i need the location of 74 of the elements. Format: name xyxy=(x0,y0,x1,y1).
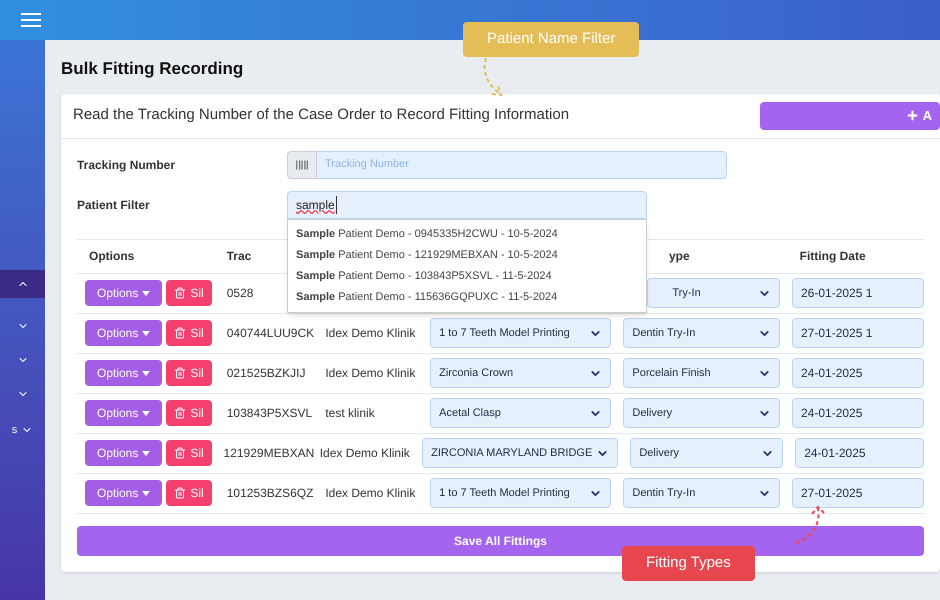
save-all-button[interactable]: Save All Fittings xyxy=(77,526,924,556)
options-button[interactable]: Options xyxy=(85,360,162,386)
fitting-type-select[interactable]: Dentin Try-In xyxy=(623,318,780,348)
product-select[interactable]: Zirconia Crown xyxy=(430,358,612,388)
product-select[interactable]: Acetal Clasp xyxy=(430,398,612,428)
fitting-date-field[interactable]: 26-01-2025 1 xyxy=(792,278,924,308)
fitting-date-field[interactable]: 27-01-2025 xyxy=(792,478,924,508)
clinic-name: Idex Demo Klinik xyxy=(320,446,410,460)
options-button[interactable]: Options xyxy=(85,440,162,466)
fitting-date-field[interactable]: 24-01-2025 xyxy=(795,438,924,468)
fitting-date-field[interactable]: 24-01-2025 xyxy=(792,398,924,428)
suggestion-item[interactable]: Sample Patient Demo - 0945335H2CWU - 10-5-2024 xyxy=(288,224,646,244)
callout-label: Patient Name Filter xyxy=(463,22,640,56)
tracking-number: 021525BZKJIJ xyxy=(226,366,306,380)
delete-button[interactable]: Sil xyxy=(166,440,212,466)
fitting-type-select[interactable]: Dentin Try-In xyxy=(623,478,780,508)
product-select[interactable]: 1 to 7 Teeth Model Printing xyxy=(430,478,612,508)
clinic-name: test klinik xyxy=(325,406,375,420)
delete-button[interactable]: Sil xyxy=(166,400,212,426)
clinic-name: Idex Demo Klinik xyxy=(325,366,416,380)
tracking-number: 121929MEBXAN xyxy=(224,446,314,460)
caret-icon xyxy=(142,330,150,336)
trash-icon xyxy=(174,367,186,379)
field-label: Patient Filter xyxy=(77,196,151,214)
fitting-type-select[interactable]: Delivery xyxy=(623,398,780,428)
caret-icon xyxy=(142,450,150,456)
delete-button[interactable]: Sil xyxy=(166,280,212,306)
plus-icon xyxy=(906,109,919,122)
callout-label: Fitting Types xyxy=(622,546,755,580)
trash-icon xyxy=(174,407,186,419)
card-title: Read the Tracking Number of the Case Order to Record Fitting Information xyxy=(73,105,570,126)
options-button[interactable]: Options xyxy=(85,400,162,426)
fitting-type-select[interactable]: Try-In xyxy=(647,278,780,308)
delete-button[interactable]: Sil xyxy=(166,480,212,506)
fitting-type-select[interactable]: Porcelain Finish xyxy=(623,358,780,388)
column-header: Trac xyxy=(226,248,252,262)
tracking-number: 0528 xyxy=(226,286,254,300)
product-select[interactable]: ZIRCONIA MARYLAND BRIDGE xyxy=(422,438,618,468)
column-header: Fitting Date xyxy=(800,248,866,262)
caret-icon xyxy=(142,370,150,376)
sidebar-label: s xyxy=(12,423,18,438)
field-label: Tracking Number xyxy=(77,156,176,174)
caret-icon xyxy=(142,410,150,416)
page-title: Bulk Fitting Recording xyxy=(61,58,244,80)
trash-icon xyxy=(174,287,186,299)
clinic-name: Idex Demo Klinik xyxy=(325,326,416,340)
trash-icon xyxy=(174,447,186,459)
column-header: ype xyxy=(669,248,690,262)
options-button[interactable]: Options xyxy=(85,280,162,306)
delete-button[interactable]: Sil xyxy=(166,360,212,386)
tracking-number: 103843P5XSVL xyxy=(226,406,312,420)
suggestion-item[interactable]: Sample Patient Demo - 121929MEBXAN - 10-5-2024 xyxy=(288,244,646,266)
tracking-number: 040744LUU9CK xyxy=(226,326,314,340)
trash-icon xyxy=(174,327,186,339)
add-button[interactable]: A xyxy=(760,102,940,130)
suggestion-item[interactable]: Sample Patient Demo - 103843P5XSVL - 11-5-2024 xyxy=(288,266,646,286)
fitting-date-field[interactable]: 24-01-2025 xyxy=(792,358,924,388)
fitting-type-select[interactable]: Delivery xyxy=(630,438,784,468)
options-button[interactable]: Options xyxy=(85,480,162,506)
suggestion-item[interactable]: Sample Patient Demo - 115636GQPUXC - 11-5-2024 xyxy=(288,286,646,308)
product-select[interactable]: 1 to 7 Teeth Model Printing xyxy=(430,318,612,348)
menu-icon[interactable] xyxy=(20,12,42,28)
column-header: Options xyxy=(88,248,136,264)
trash-icon xyxy=(174,487,186,499)
tracking-number: 101253BZS6QZ xyxy=(226,486,314,500)
clinic-name: Idex Demo Klinik xyxy=(325,486,416,500)
options-button[interactable]: Options xyxy=(85,320,162,346)
delete-button[interactable]: Sil xyxy=(166,320,212,346)
fitting-date-field[interactable]: 27-01-2025 1 xyxy=(792,318,924,348)
caret-icon xyxy=(142,290,150,296)
patient-filter-field[interactable]: sample xyxy=(287,190,647,218)
caret-icon xyxy=(142,490,150,496)
barcode-icon xyxy=(295,158,309,172)
tracking-number-field[interactable]: Tracking Number xyxy=(317,150,727,178)
